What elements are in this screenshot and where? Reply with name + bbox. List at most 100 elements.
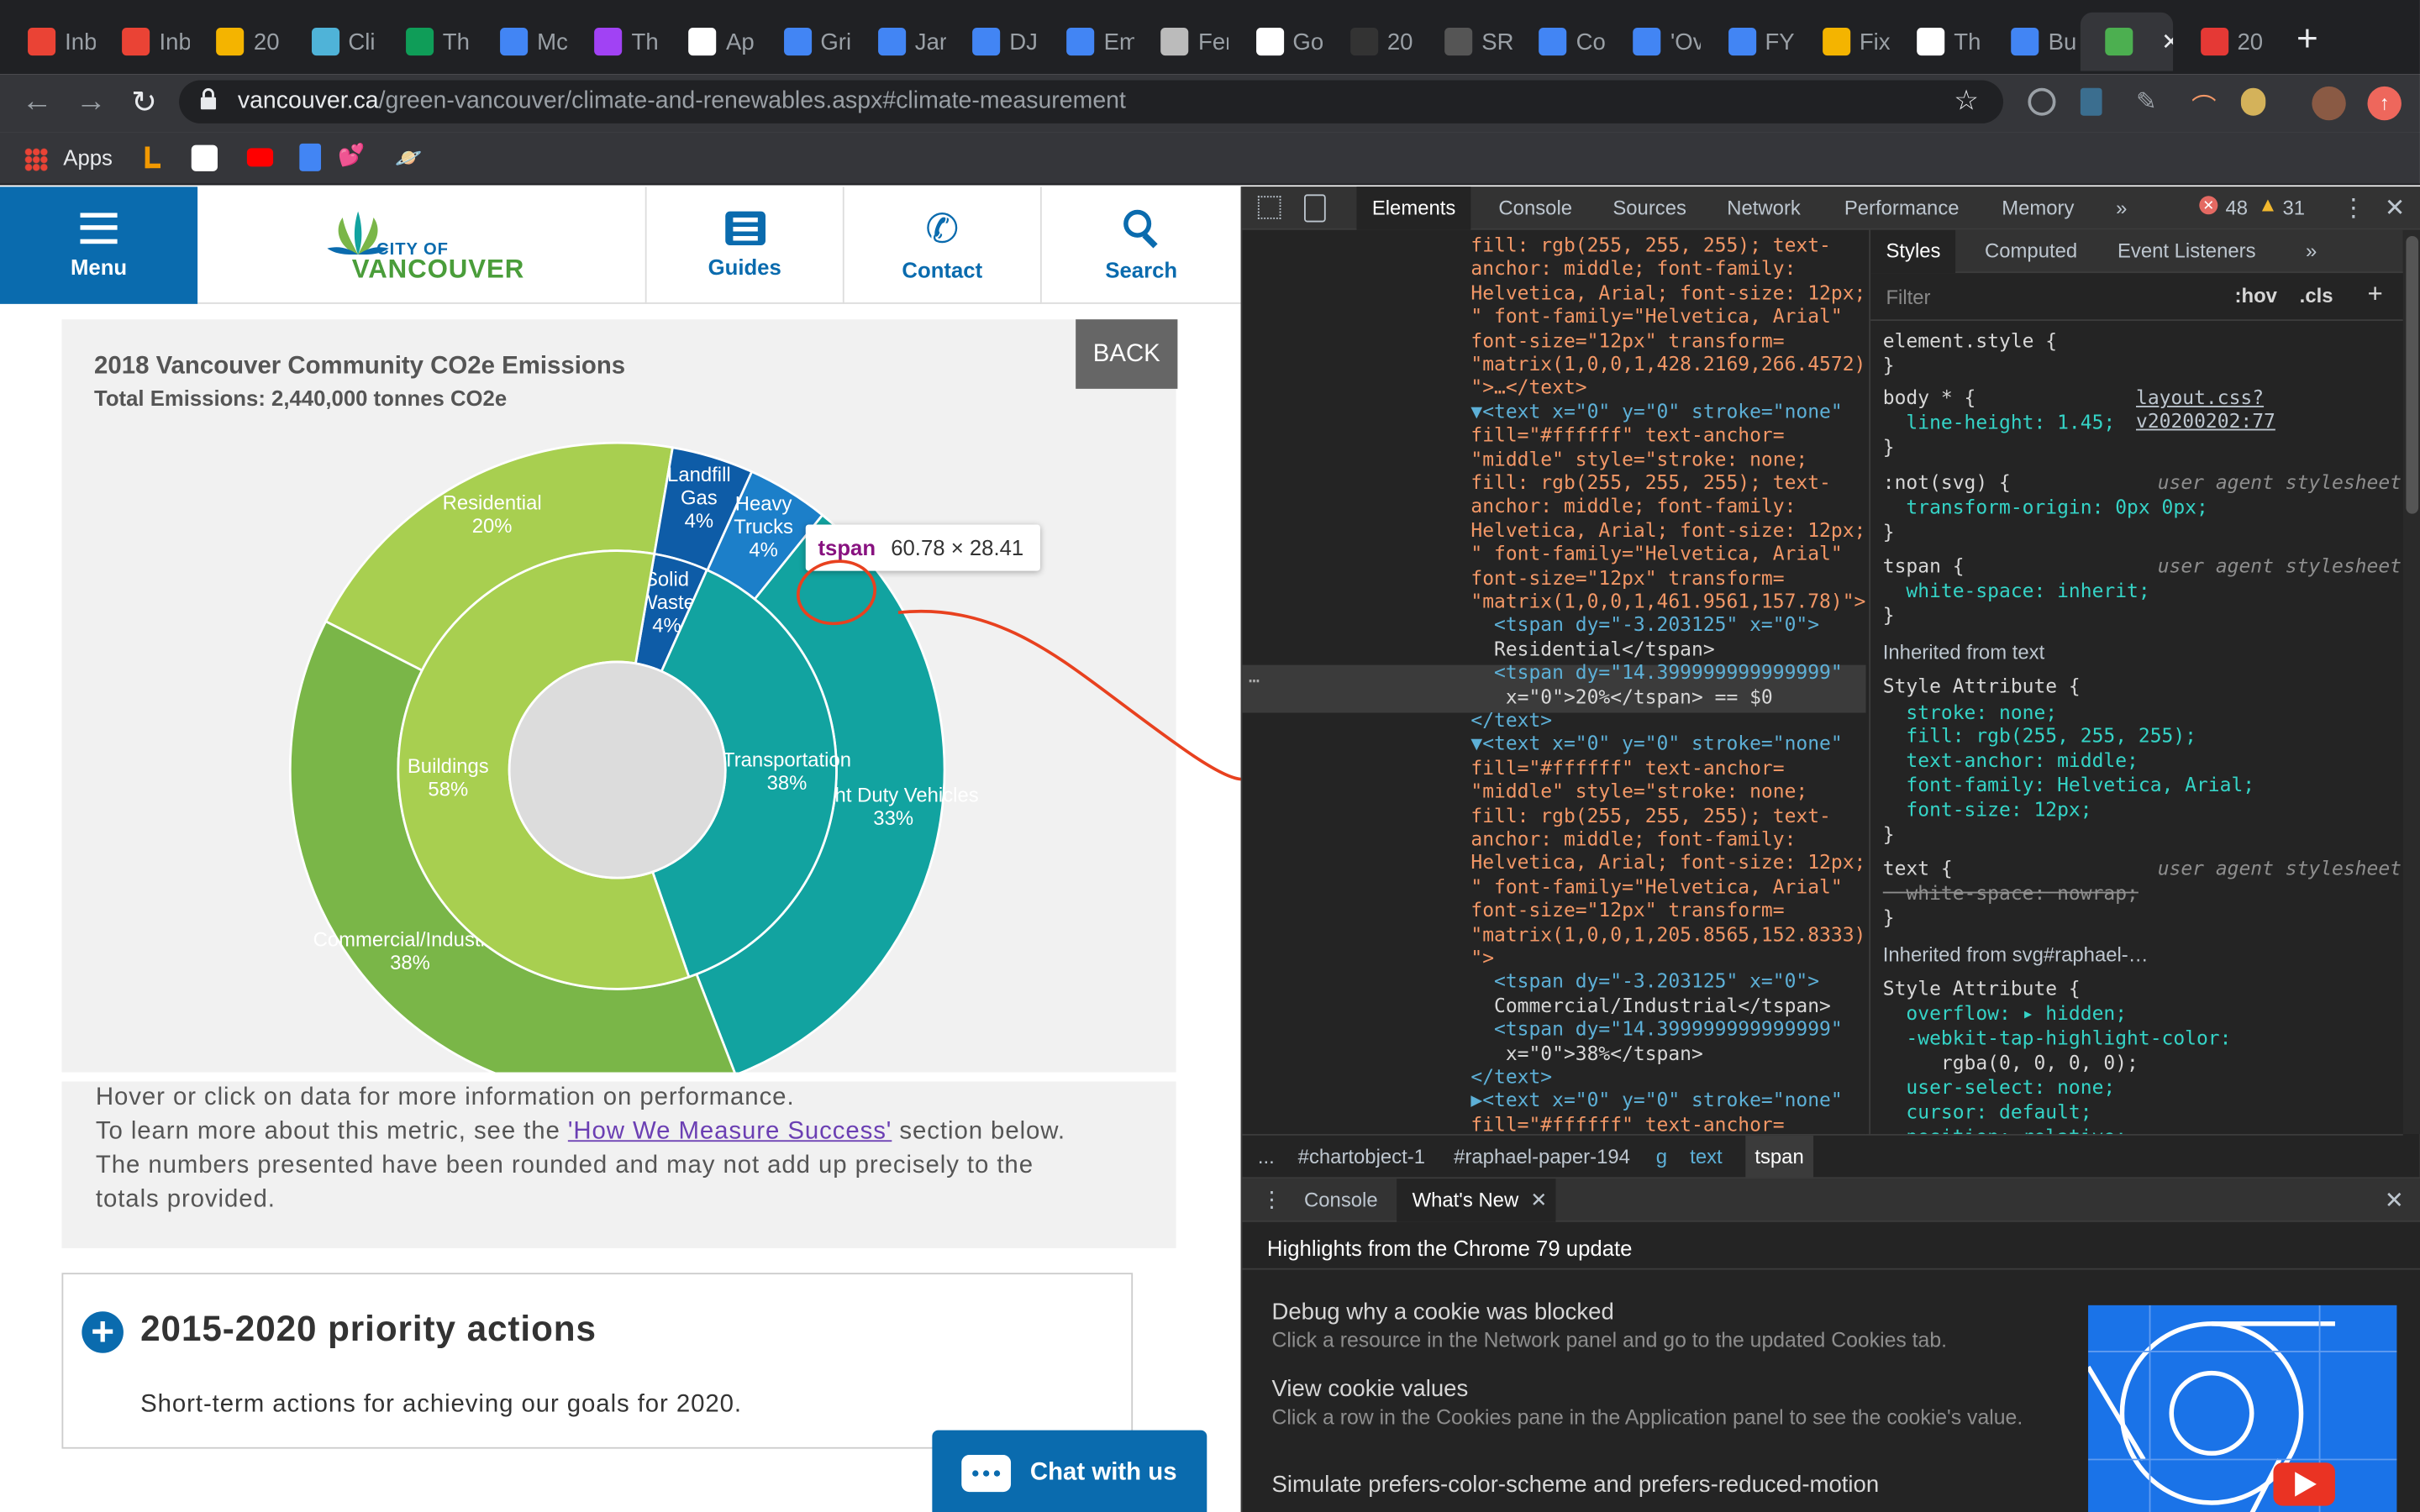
whats-new-item-1[interactable]: Debug why a cookie was blocked Click a r…	[1271, 1299, 2043, 1352]
close-drawer-icon[interactable]: ✕	[2385, 1186, 2404, 1214]
browser-tab[interactable]: Go	[1231, 13, 1323, 71]
bookmark-hearts-icon[interactable]: 💕	[338, 142, 365, 168]
node-dots-icon[interactable]: ⋯	[1249, 669, 1260, 693]
browser-tab[interactable]: Em	[1042, 13, 1134, 71]
browser-tab[interactable]: ✕	[2081, 12, 2174, 71]
devtools-tab[interactable]: Elements	[1356, 186, 1471, 230]
browser-tab[interactable]: Inb	[97, 13, 190, 71]
drawer-tab-console[interactable]: Console	[1304, 1188, 1378, 1211]
browser-tab[interactable]: Th	[570, 13, 662, 71]
browser-tab[interactable]: Mc	[476, 13, 568, 71]
update-icon[interactable]: ↑	[2367, 86, 2402, 121]
dom-line[interactable]: <tspan dy="-3.203125" x="0">	[1470, 613, 1819, 637]
inspect-element-icon[interactable]	[1257, 196, 1281, 219]
whats-new-item-2[interactable]: View cookie values Click a row in the Co…	[1271, 1376, 2043, 1428]
bookmark-2-icon[interactable]	[191, 144, 218, 171]
browser-tab[interactable]: Inb	[3, 13, 96, 71]
browser-tab[interactable]: Th	[1892, 13, 1985, 71]
close-tab-icon[interactable]: ✕	[2161, 28, 2174, 55]
bookmark-planet-icon[interactable]: 🪐	[395, 145, 422, 171]
browser-tab[interactable]: Fix	[1797, 13, 1891, 71]
dom-line[interactable]: anchor: middle; font-family:	[1470, 494, 1796, 517]
browser-tab[interactable]: SR	[1420, 13, 1512, 71]
dom-line[interactable]: Helvetica, Arial; font-size: 12px;	[1470, 518, 1865, 542]
bookmark-1-icon[interactable]	[145, 146, 161, 169]
forward-icon[interactable]: →	[76, 85, 107, 120]
dom-line[interactable]: Residential</tspan>	[1470, 637, 1715, 660]
avatar[interactable]	[2312, 86, 2346, 121]
dom-line[interactable]: "middle" style="stroke: none;	[1470, 780, 1807, 803]
styles-subtab[interactable]: Computed	[1970, 230, 2093, 273]
devtools-tab[interactable]: Console	[1483, 186, 1587, 229]
dom-line[interactable]: font-size="12px" transform=	[1470, 328, 1784, 351]
address-bar[interactable]: vancouver.ca/green-vancouver/climate-and…	[179, 80, 2004, 123]
bookmark-apps[interactable]: Apps	[63, 145, 113, 170]
extension-5-icon[interactable]	[2240, 87, 2266, 116]
devtools-tab[interactable]: »	[2101, 186, 2143, 229]
whats-new-item-3[interactable]: Simulate prefers-color-scheme and prefer…	[1271, 1472, 2043, 1498]
bookmark-docs-icon[interactable]	[299, 143, 322, 171]
browser-tab[interactable]: Cli	[287, 13, 379, 71]
browser-tab[interactable]: Ap	[664, 13, 756, 71]
dom-line[interactable]: Helvetica, Arial; font-size: 12px;	[1470, 281, 1865, 304]
dom-line[interactable]: ">	[1470, 946, 1494, 969]
dom-line[interactable]: " font-family="Helvetica, Arial"	[1470, 542, 1842, 565]
drawer-tab-whats-new[interactable]: What's New ✕	[1397, 1179, 1557, 1222]
dom-line[interactable]: <tspan dy="-3.203125" x="0">	[1470, 969, 1819, 993]
browser-tab[interactable]: Co	[1514, 13, 1607, 71]
extension-4-icon[interactable]: ⌒	[2191, 87, 2216, 123]
extension-2-icon[interactable]	[2080, 87, 2102, 116]
dom-line[interactable]: "matrix(1,0,0,1,205.8565,152.8333)	[1470, 922, 1865, 946]
dom-line[interactable]: x="0">38%</tspan>	[1470, 1041, 1703, 1064]
browser-tab[interactable]: FY	[1703, 13, 1796, 71]
more-options-icon[interactable]: ⋮	[2341, 193, 2365, 224]
breadcrumb-item[interactable]: #raphael-paper-194	[1454, 1145, 1630, 1168]
warning-count[interactable]: 31	[2282, 196, 2305, 219]
dom-line[interactable]: ▶<text x="0" y="0" stroke="none"	[1470, 1089, 1842, 1112]
dom-line[interactable]: </text>	[1470, 708, 1552, 732]
browser-tab[interactable]: DJ	[948, 13, 1040, 71]
cls-toggle[interactable]: .cls	[2300, 284, 2333, 307]
styles-subtab[interactable]: Event Listeners	[2102, 230, 2271, 273]
hov-toggle[interactable]: :hov	[2235, 284, 2277, 307]
dom-line[interactable]: anchor: middle; font-family:	[1470, 827, 1796, 850]
dom-line[interactable]: " font-family="Helvetica, Arial"	[1470, 874, 1842, 898]
close-devtools-icon[interactable]: ✕	[2385, 193, 2406, 224]
dom-line[interactable]: " font-family="Helvetica, Arial"	[1470, 304, 1842, 328]
new-tab-button[interactable]: +	[2296, 18, 2318, 61]
styles-scrollbar[interactable]	[2402, 229, 2420, 1134]
dom-line[interactable]: anchor: middle; font-family:	[1470, 257, 1796, 281]
reload-icon[interactable]: ↻	[131, 83, 157, 122]
dom-line[interactable]: <tspan dy="14.399999999999999"	[1470, 1017, 1843, 1041]
browser-tab[interactable]: 20	[1325, 13, 1418, 71]
extension-3-icon[interactable]: ✎	[2136, 87, 2157, 118]
dom-line[interactable]: "matrix(1,0,0,1,428.2169,266.4572)	[1470, 352, 1865, 375]
styles-subtab[interactable]: »	[2291, 230, 2333, 273]
device-toolbar-icon[interactable]	[1304, 194, 1326, 223]
new-rule-icon[interactable]: +	[2367, 279, 2382, 310]
close-whats-new-icon[interactable]: ✕	[1530, 1188, 1547, 1211]
error-count[interactable]: 48	[2226, 196, 2249, 219]
breadcrumb-item[interactable]: ...	[1258, 1145, 1275, 1168]
dom-line[interactable]: </text>	[1470, 1064, 1552, 1088]
styles-subtab[interactable]: Styles	[1870, 229, 1956, 274]
breadcrumb-item[interactable]: #chartobject-1	[1298, 1145, 1425, 1168]
browser-tab[interactable]: Bu	[1986, 13, 2079, 71]
dom-line[interactable]: fill: rgb(255, 255, 255); text-	[1470, 470, 1830, 494]
breadcrumb-item[interactable]: g	[1656, 1145, 1667, 1168]
dom-line[interactable]: ">…</text>	[1470, 375, 1586, 399]
browser-tab[interactable]: 'Ov	[1609, 13, 1702, 71]
bookmark-star-icon[interactable]: ☆	[1954, 85, 1979, 118]
browser-tab[interactable]: Jar	[853, 13, 946, 71]
dom-line[interactable]: ▼<text x="0" y="0" stroke="none"	[1470, 399, 1842, 423]
browser-tab[interactable]: 20	[2175, 13, 2268, 71]
dom-line[interactable]: fill: rgb(255, 255, 255); text-	[1470, 803, 1830, 827]
dom-line[interactable]: "middle" style="stroke: none;	[1470, 447, 1807, 470]
dom-line[interactable]: fill: rgb(255, 255, 255); text-	[1470, 233, 1830, 256]
dom-line[interactable]: fill="#ffffff" text-anchor=	[1470, 1112, 1784, 1134]
dom-line[interactable]: x="0">20%</tspan> == $0	[1470, 685, 1773, 708]
warning-icon[interactable]: ▲	[2258, 193, 2278, 217]
elements-tree[interactable]: ⋯ fill: rgb(255, 255, 255); text-anchor:…	[1242, 230, 1866, 1134]
breadcrumb-item[interactable]: text	[1690, 1145, 1723, 1168]
dom-line[interactable]: <tspan dy="14.399999999999999"	[1470, 660, 1843, 684]
